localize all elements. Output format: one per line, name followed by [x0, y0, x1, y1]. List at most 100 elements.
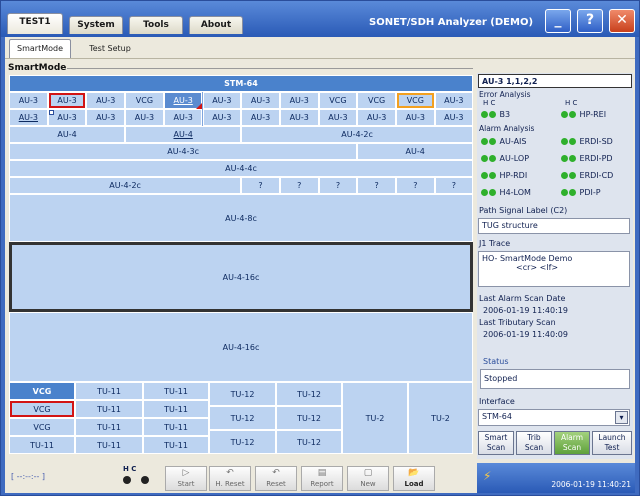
stm-header[interactable]: STM-64: [9, 75, 473, 92]
unknown-cell[interactable]: ?: [434, 177, 473, 194]
sub-tab-bar: SmartMode Test Setup: [5, 37, 635, 59]
unknown-cell[interactable]: ?: [357, 177, 396, 194]
tu12-cell[interactable]: TU-12: [276, 382, 342, 406]
au4-16c-cell-selected[interactable]: AU-4-16c: [9, 242, 473, 312]
au3-cell[interactable]: AU-3: [9, 92, 48, 109]
au3-cell[interactable]: AU-3: [434, 92, 473, 109]
vcg-cell[interactable]: VCG: [125, 92, 164, 109]
tu2-cell[interactable]: TU-2: [408, 382, 473, 454]
button-line: Scan: [524, 443, 544, 452]
reset-button[interactable]: ↶ Reset: [255, 466, 297, 491]
load-button[interactable]: 📂 Load: [393, 466, 435, 491]
vcg-cell[interactable]: VCG: [357, 92, 396, 109]
tu11-cell[interactable]: TU-11: [75, 436, 143, 454]
alarm-row: HP-RDI: [481, 171, 527, 180]
au3-cell[interactable]: AU-3: [86, 109, 126, 126]
au4-3c-cell[interactable]: AU-4-3c: [9, 143, 358, 160]
tu12-cell[interactable]: TU-12: [276, 406, 342, 430]
tab-about[interactable]: About: [189, 16, 243, 34]
au3-cell[interactable]: AU-3: [125, 109, 164, 126]
start-button[interactable]: ▷ Start: [165, 466, 207, 491]
au3-cell-active[interactable]: AU-3: [9, 109, 48, 126]
tu11-cell[interactable]: TU-11: [75, 418, 143, 436]
tu12-cell[interactable]: TU-12: [276, 430, 342, 454]
au3-cell[interactable]: AU-3: [434, 109, 473, 126]
alarm-scan-button[interactable]: Alarm Scan: [554, 431, 590, 455]
status-ok-icon: [569, 111, 576, 118]
au3-cell[interactable]: AU-3: [241, 92, 280, 109]
au4-16c-cell[interactable]: AU-4-16c: [9, 312, 473, 382]
main-panel: SmartMode STM-64 AU-3 AU-3 AU-3 VCG AU-3…: [5, 59, 635, 463]
vcg-cell-highlighted[interactable]: VCG: [396, 92, 435, 109]
au4-2c-cell[interactable]: AU-4-2c: [9, 177, 242, 194]
unknown-cell[interactable]: ?: [318, 177, 358, 194]
au3-cell[interactable]: AU-3: [163, 109, 203, 126]
vcg-cell[interactable]: VCG: [318, 92, 358, 109]
au3-cell[interactable]: AU-3: [279, 92, 319, 109]
au4-cell[interactable]: AU-4: [357, 143, 473, 160]
tu12-cell[interactable]: TU-12: [209, 430, 276, 454]
tu11-cell[interactable]: TU-11: [143, 418, 209, 436]
launch-test-button[interactable]: Launch Test: [592, 431, 632, 455]
alarm-label: ERDI-SD: [579, 137, 613, 146]
alarm-row: H4-LOM: [481, 188, 531, 197]
new-button[interactable]: ▢ New: [347, 466, 389, 491]
tu11-cell[interactable]: TU-11: [143, 382, 209, 400]
alarm-label: H4-LOM: [499, 188, 531, 197]
tu12-cell[interactable]: TU-12: [209, 406, 276, 430]
au4-2c-cell[interactable]: AU-4-2c: [241, 126, 473, 143]
au3-cell[interactable]: AU-3: [202, 92, 242, 109]
psl-label: Path Signal Label (C2): [479, 206, 568, 215]
close-button[interactable]: ✕: [609, 9, 635, 33]
h-reset-button[interactable]: ↶ H. Reset: [209, 466, 251, 491]
vcg-tu-cell[interactable]: VCG: [9, 418, 75, 436]
interface-select[interactable]: STM-64 ▾: [478, 409, 630, 426]
vcg-tu-cell[interactable]: VCG: [9, 382, 75, 400]
au3-cell[interactable]: AU-3: [86, 92, 126, 109]
au3-cell-selected[interactable]: AU-3: [47, 92, 87, 109]
tu2-cell[interactable]: TU-2: [342, 382, 408, 454]
unknown-cell[interactable]: ?: [279, 177, 319, 194]
tu11-cell[interactable]: TU-11: [75, 400, 143, 418]
report-button[interactable]: ▤ Report: [301, 466, 343, 491]
au4-cell[interactable]: AU-4: [9, 126, 126, 143]
tab-system[interactable]: System: [69, 16, 123, 34]
au4-cell-active[interactable]: AU-4: [125, 126, 242, 143]
unknown-cell[interactable]: ?: [396, 177, 435, 194]
tab-test-setup[interactable]: Test Setup: [75, 39, 145, 58]
au3-cell[interactable]: AU-3: [279, 109, 319, 126]
tu11-cell[interactable]: TU-11: [143, 436, 209, 454]
tab-tools[interactable]: Tools: [129, 16, 183, 34]
au3-cell[interactable]: AU-3: [241, 109, 280, 126]
tu11-cell[interactable]: TU-11: [9, 436, 75, 454]
tab-smartmode[interactable]: SmartMode: [9, 39, 71, 58]
au4-4c-cell[interactable]: AU-4-4c: [9, 160, 473, 177]
tab-test1[interactable]: TEST1: [7, 13, 63, 34]
j1-trace-label: J1 Trace: [479, 239, 511, 248]
au3-cell[interactable]: AU-3: [202, 109, 242, 126]
tu11-cell[interactable]: TU-11: [75, 382, 143, 400]
alarm-label: ERDI-CD: [579, 171, 614, 180]
au3-cell[interactable]: AU-3: [396, 109, 435, 126]
help-button[interactable]: ?: [577, 9, 603, 33]
au3-cell[interactable]: AU-3: [318, 109, 358, 126]
last-trib-scan-label: Last Tributary Scan: [479, 318, 556, 327]
vcg-tu-cell-selected[interactable]: VCG: [9, 400, 75, 418]
alarm-label: PDI-P: [579, 188, 601, 197]
tu11-cell[interactable]: TU-11: [143, 400, 209, 418]
au4-8c-cell[interactable]: AU-4-8c: [9, 194, 473, 242]
status-label: Status: [483, 357, 509, 366]
psl-value: TUG structure: [478, 218, 630, 234]
new-file-icon: ▢: [363, 468, 373, 478]
button-line: Smart: [484, 433, 508, 442]
power-icon: ⚡: [483, 469, 492, 483]
tu12-cell[interactable]: TU-12: [209, 382, 276, 406]
unknown-cell[interactable]: ?: [241, 177, 280, 194]
status-ok-icon: [561, 138, 568, 145]
au3-cell[interactable]: AU-3: [357, 109, 396, 126]
chevron-down-icon[interactable]: ▾: [615, 411, 628, 424]
trib-scan-button[interactable]: Trib Scan: [516, 431, 552, 455]
title-bar: TEST1 System Tools About SONET/SDH Analy…: [1, 1, 639, 37]
minimize-button[interactable]: _: [545, 9, 571, 33]
smart-scan-button[interactable]: Smart Scan: [478, 431, 514, 455]
